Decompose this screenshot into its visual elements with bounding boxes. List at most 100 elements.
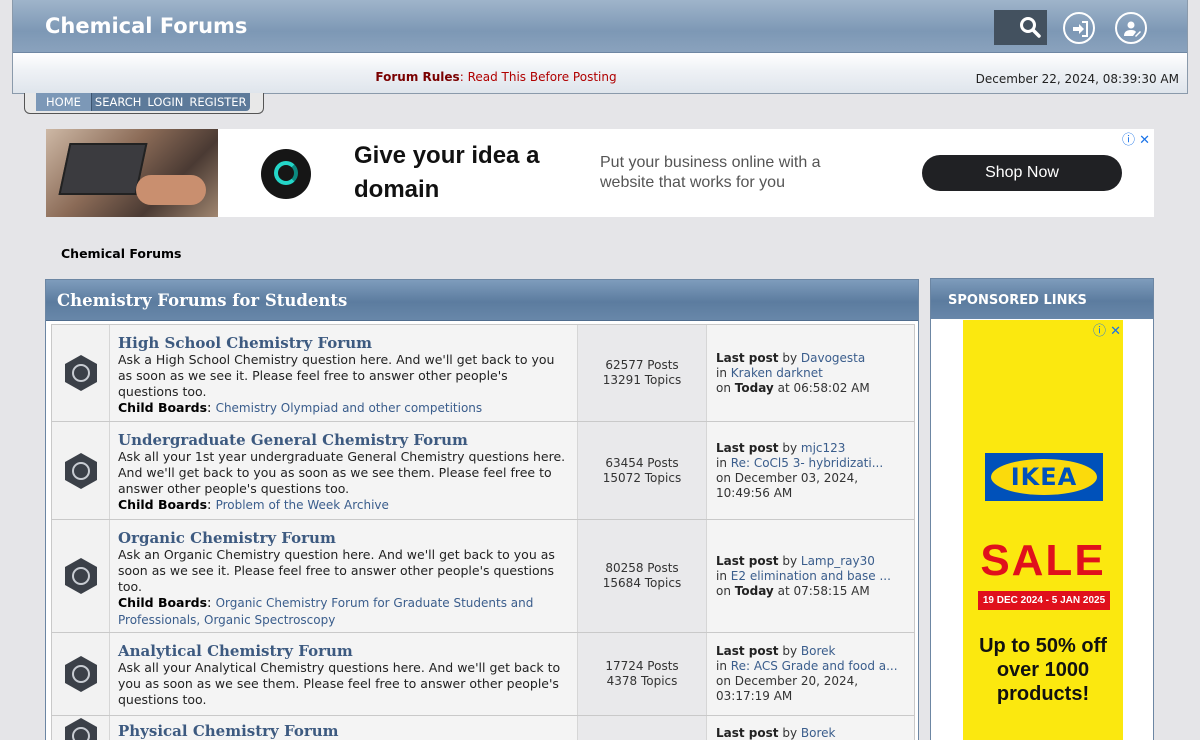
forum-rules-link[interactable]: Read This Before Posting bbox=[468, 70, 617, 84]
category-title[interactable]: Chemistry Forums for Students bbox=[57, 291, 347, 310]
sidebar-title: SPONSORED LINKS bbox=[931, 279, 1153, 319]
menu-search[interactable]: SEARCH bbox=[92, 93, 145, 111]
forum-description: Ask an Organic Chemistry question here. … bbox=[118, 547, 555, 594]
last-post-time: at 06:58:02 AM bbox=[777, 380, 870, 395]
forum-description: Ask a High School Chemistry question her… bbox=[118, 352, 555, 399]
ad-copy: Put your business online with a website … bbox=[600, 154, 821, 191]
forum-status-icon bbox=[64, 656, 97, 692]
forum-posts-count: 62577 Posts bbox=[605, 358, 679, 372]
main-menu: HOME SEARCH LOGIN REGISTER bbox=[36, 93, 250, 111]
sale-dates: 19 DEC 2024 - 5 JAN 2025 bbox=[978, 591, 1110, 610]
last-post-topic-line: in Re: CoCl5 3- hybridizati... bbox=[716, 456, 914, 471]
child-boards-label: Child Boards bbox=[118, 595, 208, 610]
last-post-author[interactable]: Borek bbox=[801, 644, 836, 658]
forum-title[interactable]: Analytical Chemistry Forum bbox=[118, 642, 569, 660]
last-post-time: December 03, 2024, 10:49:56 AM bbox=[716, 470, 859, 500]
forum-topics-count: 15072 Topics bbox=[602, 470, 682, 485]
last-post: Last post by Borek bbox=[716, 644, 914, 659]
child-boards: Child Boards: Chemistry Olympiad and oth… bbox=[118, 400, 483, 416]
header-bar: Chemical Forums bbox=[13, 0, 1187, 53]
last-post-topic[interactable]: E2 elimination and base ... bbox=[731, 569, 891, 583]
forum-info-cell: Organic Chemistry Forum Ask an Organic Ch… bbox=[110, 520, 578, 632]
login-button[interactable] bbox=[1063, 12, 1095, 44]
last-post: Last post by Lamp_ray30 bbox=[716, 554, 914, 569]
child-board-link[interactable]: Problem of the Week Archive bbox=[216, 498, 389, 512]
last-post-label: Last post bbox=[716, 350, 779, 365]
sponsored-sidebar: SPONSORED LINKS ⓘ ✕ IKEA SALE 19 DEC 202… bbox=[930, 278, 1154, 740]
forum-status-cell bbox=[52, 422, 110, 519]
login-icon bbox=[1073, 21, 1088, 37]
forum-stats-cell: 17724 Posts 4378 Topics bbox=[578, 633, 707, 715]
last-post-label: Last post bbox=[716, 440, 779, 455]
last-post-on: on bbox=[716, 380, 731, 395]
forum-status-icon bbox=[64, 717, 97, 740]
forum-rules[interactable]: Forum Rules: Read This Before Posting bbox=[13, 70, 979, 84]
last-post-on: on bbox=[716, 470, 731, 485]
child-board-link[interactable]: Chemistry Olympiad and other competition… bbox=[216, 401, 483, 415]
ad-choices-icon[interactable]: ⓘ ✕ bbox=[1093, 320, 1121, 339]
last-post-date: on Today at 07:58:15 AM bbox=[716, 584, 914, 599]
menu-login[interactable]: LOGIN bbox=[144, 93, 186, 111]
last-post-topic[interactable]: Re: CoCl5 3- hybridizati... bbox=[731, 456, 883, 470]
last-post-author[interactable]: mjc123 bbox=[801, 441, 846, 455]
last-post-label: Last post bbox=[716, 726, 779, 740]
forum-title[interactable]: Organic Chemistry Forum bbox=[118, 529, 569, 547]
child-boards-label: Child Boards bbox=[118, 497, 208, 512]
last-post-in: in bbox=[716, 659, 727, 673]
sale-offer: Up to 50% off over 1000 products! bbox=[979, 635, 1107, 705]
last-post-topic[interactable]: Re: ACS Grade and food a... bbox=[731, 659, 898, 673]
forum-rules-label: Forum Rules bbox=[375, 70, 460, 84]
ikea-ad[interactable]: ⓘ ✕ IKEA SALE 19 DEC 2024 - 5 JAN 2025 U… bbox=[963, 320, 1123, 740]
forum-stats-cell: 80258 Posts 15684 Topics bbox=[578, 520, 707, 632]
forum-posts-count: 17724 Posts bbox=[605, 659, 679, 673]
last-post-cell: Last post by Borek bbox=[707, 716, 914, 740]
forum-title[interactable]: Physical Chemistry Forum bbox=[118, 722, 569, 740]
last-post-author[interactable]: Davogesta bbox=[801, 351, 865, 365]
forum-category: Chemistry Forums for Students High Schoo… bbox=[45, 279, 919, 740]
last-post-in: in bbox=[716, 365, 727, 380]
last-post-date: on December 20, 2024, 03:17:19 AM bbox=[716, 674, 914, 704]
forum-stats-cell: 63454 Posts 15072 Topics bbox=[578, 422, 707, 519]
child-boards: Child Boards: Organic Chemistry Forum fo… bbox=[118, 595, 534, 627]
forum-status-icon bbox=[64, 355, 97, 391]
child-boards: Child Boards: Problem of the Week Archiv… bbox=[118, 497, 389, 513]
last-post-time: December 20, 2024, 03:17:19 AM bbox=[716, 674, 859, 703]
forum-description: Ask all your 1st year undergraduate Gene… bbox=[118, 449, 566, 496]
menu-home[interactable]: HOME bbox=[36, 93, 92, 111]
forum-row: High School Chemistry Forum Ask a High Sc… bbox=[51, 324, 915, 422]
shop-now-button[interactable]: Shop Now bbox=[922, 155, 1122, 191]
last-post-by: by bbox=[782, 726, 798, 740]
breadcrumb[interactable]: Chemical Forums bbox=[61, 246, 182, 261]
register-button[interactable] bbox=[1115, 12, 1147, 44]
forum-posts-count: 80258 Posts bbox=[605, 561, 679, 575]
hands-image bbox=[136, 175, 206, 205]
forum-posts-count: 63454 Posts bbox=[605, 455, 679, 470]
forum-status-cell bbox=[52, 633, 110, 715]
menu-register[interactable]: REGISTER bbox=[186, 93, 249, 111]
forum-status-cell bbox=[52, 325, 110, 421]
register-icon bbox=[1124, 21, 1141, 37]
last-post-topic[interactable]: Kraken darknet bbox=[731, 366, 823, 380]
banner-ad[interactable]: Give your idea a domain Put your busines… bbox=[46, 129, 1154, 217]
forum-info-cell: High School Chemistry Forum Ask a High Sc… bbox=[110, 325, 578, 421]
forum-status-icon bbox=[64, 452, 97, 489]
last-post-by: by bbox=[782, 644, 798, 658]
site-title[interactable]: Chemical Forums bbox=[45, 14, 247, 38]
last-post-author[interactable]: Lamp_ray30 bbox=[801, 554, 875, 568]
last-post-author[interactable]: Borek bbox=[801, 726, 836, 740]
forum-info-cell: Physical Chemistry Forum bbox=[110, 716, 578, 740]
last-post-date: on December 03, 2024, 10:49:56 AM bbox=[716, 471, 914, 501]
forum-status-icon bbox=[64, 558, 97, 594]
last-post: Last post by Davogesta bbox=[716, 351, 914, 366]
forum-info-cell: Undergraduate General Chemistry Forum Ask… bbox=[110, 422, 578, 519]
ad-choices-icon[interactable]: ⓘ ✕ bbox=[1122, 129, 1150, 148]
search-button[interactable] bbox=[994, 10, 1047, 45]
forum-title[interactable]: High School Chemistry Forum bbox=[118, 334, 569, 352]
forum-title[interactable]: Undergraduate General Chemistry Forum bbox=[118, 431, 569, 449]
forum-stats-cell: 62577 Posts 13291 Topics bbox=[578, 325, 707, 421]
child-boards-label: Child Boards bbox=[118, 400, 208, 415]
last-post: Last post by Borek bbox=[716, 726, 914, 740]
ad-headline: Give your idea a domain bbox=[354, 142, 540, 203]
header-info-bar: Forum Rules: Read This Before Posting De… bbox=[13, 53, 1187, 93]
forum-info-cell: Analytical Chemistry Forum Ask all your A… bbox=[110, 633, 578, 715]
